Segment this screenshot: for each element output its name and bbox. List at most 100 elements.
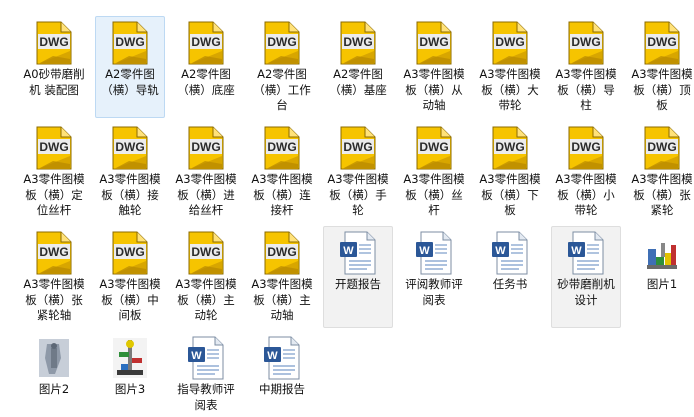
file-item[interactable]: DWG A3零件图模板（横）小带轮 (551, 121, 621, 223)
file-label: A3零件图模板（横）下板 (479, 172, 541, 217)
file-item[interactable]: W 砂带磨削机设计 (551, 226, 621, 328)
file-label: A3零件图模板（横）小带轮 (555, 172, 617, 217)
svg-text:DWG: DWG (419, 140, 448, 154)
svg-text:W: W (267, 350, 278, 362)
file-label: A3零件图模板（横）顶板 (631, 67, 693, 112)
file-label: A3零件图模板（横）张紧轮 (631, 172, 693, 217)
dwg-icon: DWG (33, 231, 75, 275)
file-item[interactable]: DWG A3零件图模板（横）大带轮 (475, 16, 545, 118)
file-grid: DWG A0砂带磨削机 装配图 DWG A2零件图（横）导轨 DWG A2零件图（横）底座… (0, 0, 694, 417)
file-item[interactable]: DWG A3零件图模板（横）连接杆 (247, 121, 317, 223)
file-item[interactable]: DWG A3零件图模板（横）接触轮 (95, 121, 165, 223)
file-item[interactable]: 图片3 (95, 331, 165, 401)
svg-text:DWG: DWG (343, 35, 372, 49)
dwg-icon: DWG (185, 21, 227, 65)
dwg-icon: DWG (261, 231, 303, 275)
file-item[interactable]: DWG A3零件图模板（横）张紧轮轴 (19, 226, 89, 328)
dwg-icon: DWG (565, 126, 607, 170)
svg-text:W: W (495, 245, 506, 257)
file-item[interactable]: 图片1 (627, 226, 694, 328)
file-label: A3零件图模板（横）进给丝杆 (175, 172, 237, 217)
file-item[interactable]: DWG A3零件图模板（横）丝杆 (399, 121, 469, 223)
svg-text:W: W (343, 245, 354, 257)
file-label: A3零件图模板（横）从动轴 (403, 67, 465, 112)
svg-text:DWG: DWG (191, 245, 220, 259)
file-item[interactable]: DWG A3零件图模板（横）手轮 (323, 121, 393, 223)
file-item[interactable]: W 任务书 (475, 226, 545, 328)
svg-text:W: W (571, 245, 582, 257)
file-item[interactable]: W 评阅教师评阅表 (399, 226, 469, 328)
dwg-icon: DWG (641, 126, 683, 170)
file-label: 任务书 (492, 277, 528, 291)
file-item[interactable]: DWG A3零件图模板（横）张紧轮 (627, 121, 694, 223)
svg-text:DWG: DWG (571, 35, 600, 49)
file-label: A3零件图模板（横）定位丝杆 (23, 172, 85, 217)
svg-text:DWG: DWG (39, 140, 68, 154)
dwg-icon: DWG (261, 21, 303, 65)
file-item[interactable]: DWG A3零件图模板（横）定位丝杆 (19, 121, 89, 223)
file-item[interactable]: DWG A3零件图模板（横）主动轴 (247, 226, 317, 328)
file-label: A2零件图（横）基座 (329, 67, 387, 97)
svg-text:W: W (419, 245, 430, 257)
word-document-icon: W (261, 336, 303, 380)
file-label: A2零件图（横）底座 (177, 67, 235, 97)
file-label: A3零件图模板（横）中间板 (99, 277, 161, 322)
file-item[interactable]: DWG A3零件图模板（横）导柱 (551, 16, 621, 118)
file-item[interactable]: W 中期报告 (247, 331, 317, 401)
svg-text:DWG: DWG (191, 140, 220, 154)
dwg-icon: DWG (33, 21, 75, 65)
svg-text:DWG: DWG (267, 245, 296, 259)
svg-text:DWG: DWG (267, 35, 296, 49)
file-label: A0砂带磨削机 装配图 (23, 67, 85, 97)
dwg-icon: DWG (489, 126, 531, 170)
svg-text:DWG: DWG (115, 35, 144, 49)
file-label: A3零件图模板（横）张紧轮轴 (23, 277, 85, 322)
file-item[interactable]: DWG A3零件图模板（横）主动轮 (171, 226, 241, 328)
file-item[interactable]: DWG A2零件图（横）基座 (323, 16, 393, 118)
word-document-icon: W (337, 231, 379, 275)
dwg-icon: DWG (109, 126, 151, 170)
file-label: 评阅教师评阅表 (405, 277, 463, 307)
svg-text:DWG: DWG (495, 35, 524, 49)
file-item[interactable]: DWG A3零件图模板（横）中间板 (95, 226, 165, 328)
dwg-icon: DWG (185, 126, 227, 170)
file-item[interactable]: W 指导教师评阅表 (171, 331, 241, 412)
file-item[interactable]: W 开题报告 (323, 226, 393, 328)
file-item[interactable]: DWG A3零件图模板（横）顶板 (627, 16, 694, 118)
file-item[interactable]: 图片2 (19, 331, 89, 401)
svg-text:DWG: DWG (495, 140, 524, 154)
svg-text:DWG: DWG (647, 35, 676, 49)
file-label: A3零件图模板（横）手轮 (327, 172, 389, 217)
file-item[interactable]: DWG A0砂带磨削机 装配图 (19, 16, 89, 118)
svg-text:DWG: DWG (571, 140, 600, 154)
dwg-icon: DWG (413, 21, 455, 65)
dwg-icon: DWG (489, 21, 531, 65)
dwg-icon: DWG (337, 21, 379, 65)
file-item[interactable]: DWG A2零件图（横）底座 (171, 16, 241, 118)
dwg-icon: DWG (261, 126, 303, 170)
word-document-icon: W (185, 336, 227, 380)
image-thumbnail-icon (641, 231, 683, 275)
svg-text:DWG: DWG (419, 35, 448, 49)
file-label: A3零件图模板（横）导柱 (555, 67, 617, 112)
dwg-icon: DWG (565, 21, 607, 65)
file-item[interactable]: DWG A3零件图模板（横）进给丝杆 (171, 121, 241, 223)
image-thumbnail-icon (33, 336, 75, 380)
svg-text:DWG: DWG (39, 245, 68, 259)
svg-text:DWG: DWG (343, 140, 372, 154)
file-item[interactable]: DWG A2零件图（横）导轨 (95, 16, 165, 118)
svg-text:DWG: DWG (115, 140, 144, 154)
word-document-icon: W (413, 231, 455, 275)
file-label: A3零件图模板（横）主动轮 (175, 277, 237, 322)
file-label: 指导教师评阅表 (177, 382, 235, 412)
file-item[interactable]: DWG A2零件图（横）工作台 (247, 16, 317, 118)
dwg-icon: DWG (109, 21, 151, 65)
file-item[interactable]: DWG A3零件图模板（横）从动轴 (399, 16, 469, 118)
file-label: A2零件图（横）导轨 (101, 67, 159, 97)
file-label: 图片2 (38, 382, 70, 396)
file-label: A3零件图模板（横）接触轮 (99, 172, 161, 217)
file-item[interactable]: DWG A3零件图模板（横）下板 (475, 121, 545, 223)
svg-text:DWG: DWG (115, 245, 144, 259)
image-thumbnail-icon (109, 336, 151, 380)
file-label: 砂带磨削机设计 (557, 277, 615, 307)
